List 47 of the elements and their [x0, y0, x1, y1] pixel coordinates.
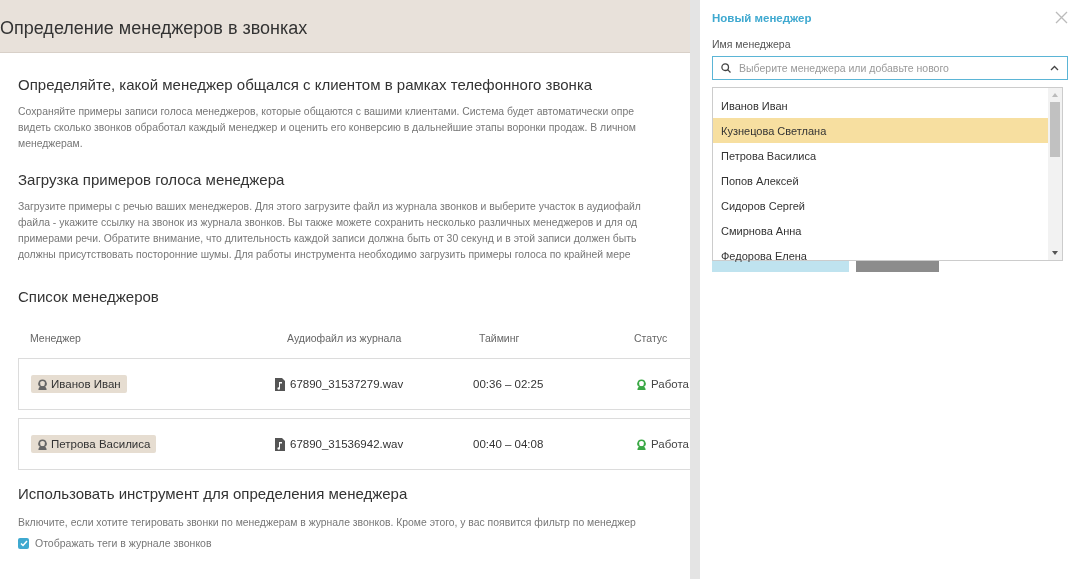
paragraph-line: менеджерам.	[18, 137, 83, 151]
close-icon[interactable]	[1055, 11, 1068, 24]
dropdown-option[interactable]: Федорова Елена	[713, 243, 1048, 268]
section-heading: Загрузка примеров голоса менеджера	[18, 170, 286, 190]
search-icon	[721, 63, 731, 73]
panel-title: Новый менеджер	[712, 11, 812, 24]
checkbox-label: Отображать теги в журнале звонков	[35, 537, 212, 549]
paragraph-line: Включите, если хотите тегировать звонки по менеджерам в журнале звонков. Кроме этого, у вас появится фильтр по менеджер	[18, 516, 636, 530]
file-link[interactable]: 67890_31536942.wav	[290, 438, 404, 450]
paragraph-line: видеть сколько звонков обработал каждый менеджер и оценить его конверсию в дальнейшие этапы воронки продаж. В личном	[18, 121, 636, 135]
dropdown-option[interactable]: Сидоров Сергей	[713, 193, 1048, 218]
paragraph-line: файла - укажите ссылку на звонок из журнала звонков. Вы также можете сохранить несколько различных менеджеров и для од	[18, 216, 638, 230]
status-text: Работа	[651, 378, 689, 390]
person-icon	[37, 378, 48, 390]
status-icon	[636, 378, 647, 390]
column-header: Менеджер	[30, 332, 82, 344]
timing-text: 00:36 – 02:25	[473, 378, 544, 390]
field-label: Имя менеджера	[712, 38, 792, 50]
manager-name: Петрова Василиса	[51, 438, 151, 450]
page-title: Определение менеджеров в звонках	[0, 17, 308, 39]
section-heading: Использовать инструмент для определения менеджера	[18, 484, 409, 504]
column-header: Тайминг	[479, 332, 521, 344]
audio-file-icon	[275, 377, 285, 391]
person-icon	[37, 438, 48, 450]
dropdown-option[interactable]: Петрова Василиса	[713, 143, 1048, 168]
dropdown-option[interactable]: Кузнецова Светлана	[713, 118, 1048, 143]
status-text: Работа	[651, 438, 689, 450]
paragraph-line: Загрузите примеры с речью ваших менеджеров. Для этого загрузите файл из журнала звонков и выберите участок в аудиофайл	[18, 200, 641, 214]
dropdown-option[interactable]: Смирнова Анна	[713, 218, 1048, 243]
search-input[interactable]: Выберите менеджера или добавьте нового	[739, 62, 1042, 74]
dropdown-option[interactable]: Иванов Иван	[713, 93, 1048, 118]
section-heading: Список менеджеров	[18, 287, 160, 307]
paragraph-line: Сохраняйте примеры записи голоса менеджеров, которые общаются с вашими клиентами. Система будет автоматически опре	[18, 105, 635, 119]
timing-text: 00:40 – 04:08	[473, 438, 544, 450]
paragraph-line: должны присутствовать посторонние шумы. Для работы инструмента необходимо загрузить примеры голоса по крайней мере	[18, 248, 631, 262]
column-header: Аудиофайл из журнала	[287, 332, 403, 344]
manager-select[interactable]: Выберите менеджера или добавьте нового	[712, 56, 1068, 80]
dropdown-option[interactable]: Попов Алексей	[713, 168, 1048, 193]
column-header: Статус	[634, 332, 668, 344]
section-heading: Определяйте, какой менеджер общался с клиентом в рамках телефонного звонка	[18, 75, 594, 95]
audio-file-icon	[275, 437, 285, 451]
checkbox[interactable]	[18, 537, 29, 549]
manager-name: Иванов Иван	[51, 378, 121, 390]
status-icon	[636, 438, 647, 450]
caret-icon[interactable]	[1050, 65, 1059, 71]
file-link[interactable]: 67890_31537279.wav	[290, 378, 404, 390]
paragraph-line: примерами речи. Обратите внимание, что длительность каждой записи должна быть от 30 секунд и в этой записи должен быть	[18, 232, 637, 246]
